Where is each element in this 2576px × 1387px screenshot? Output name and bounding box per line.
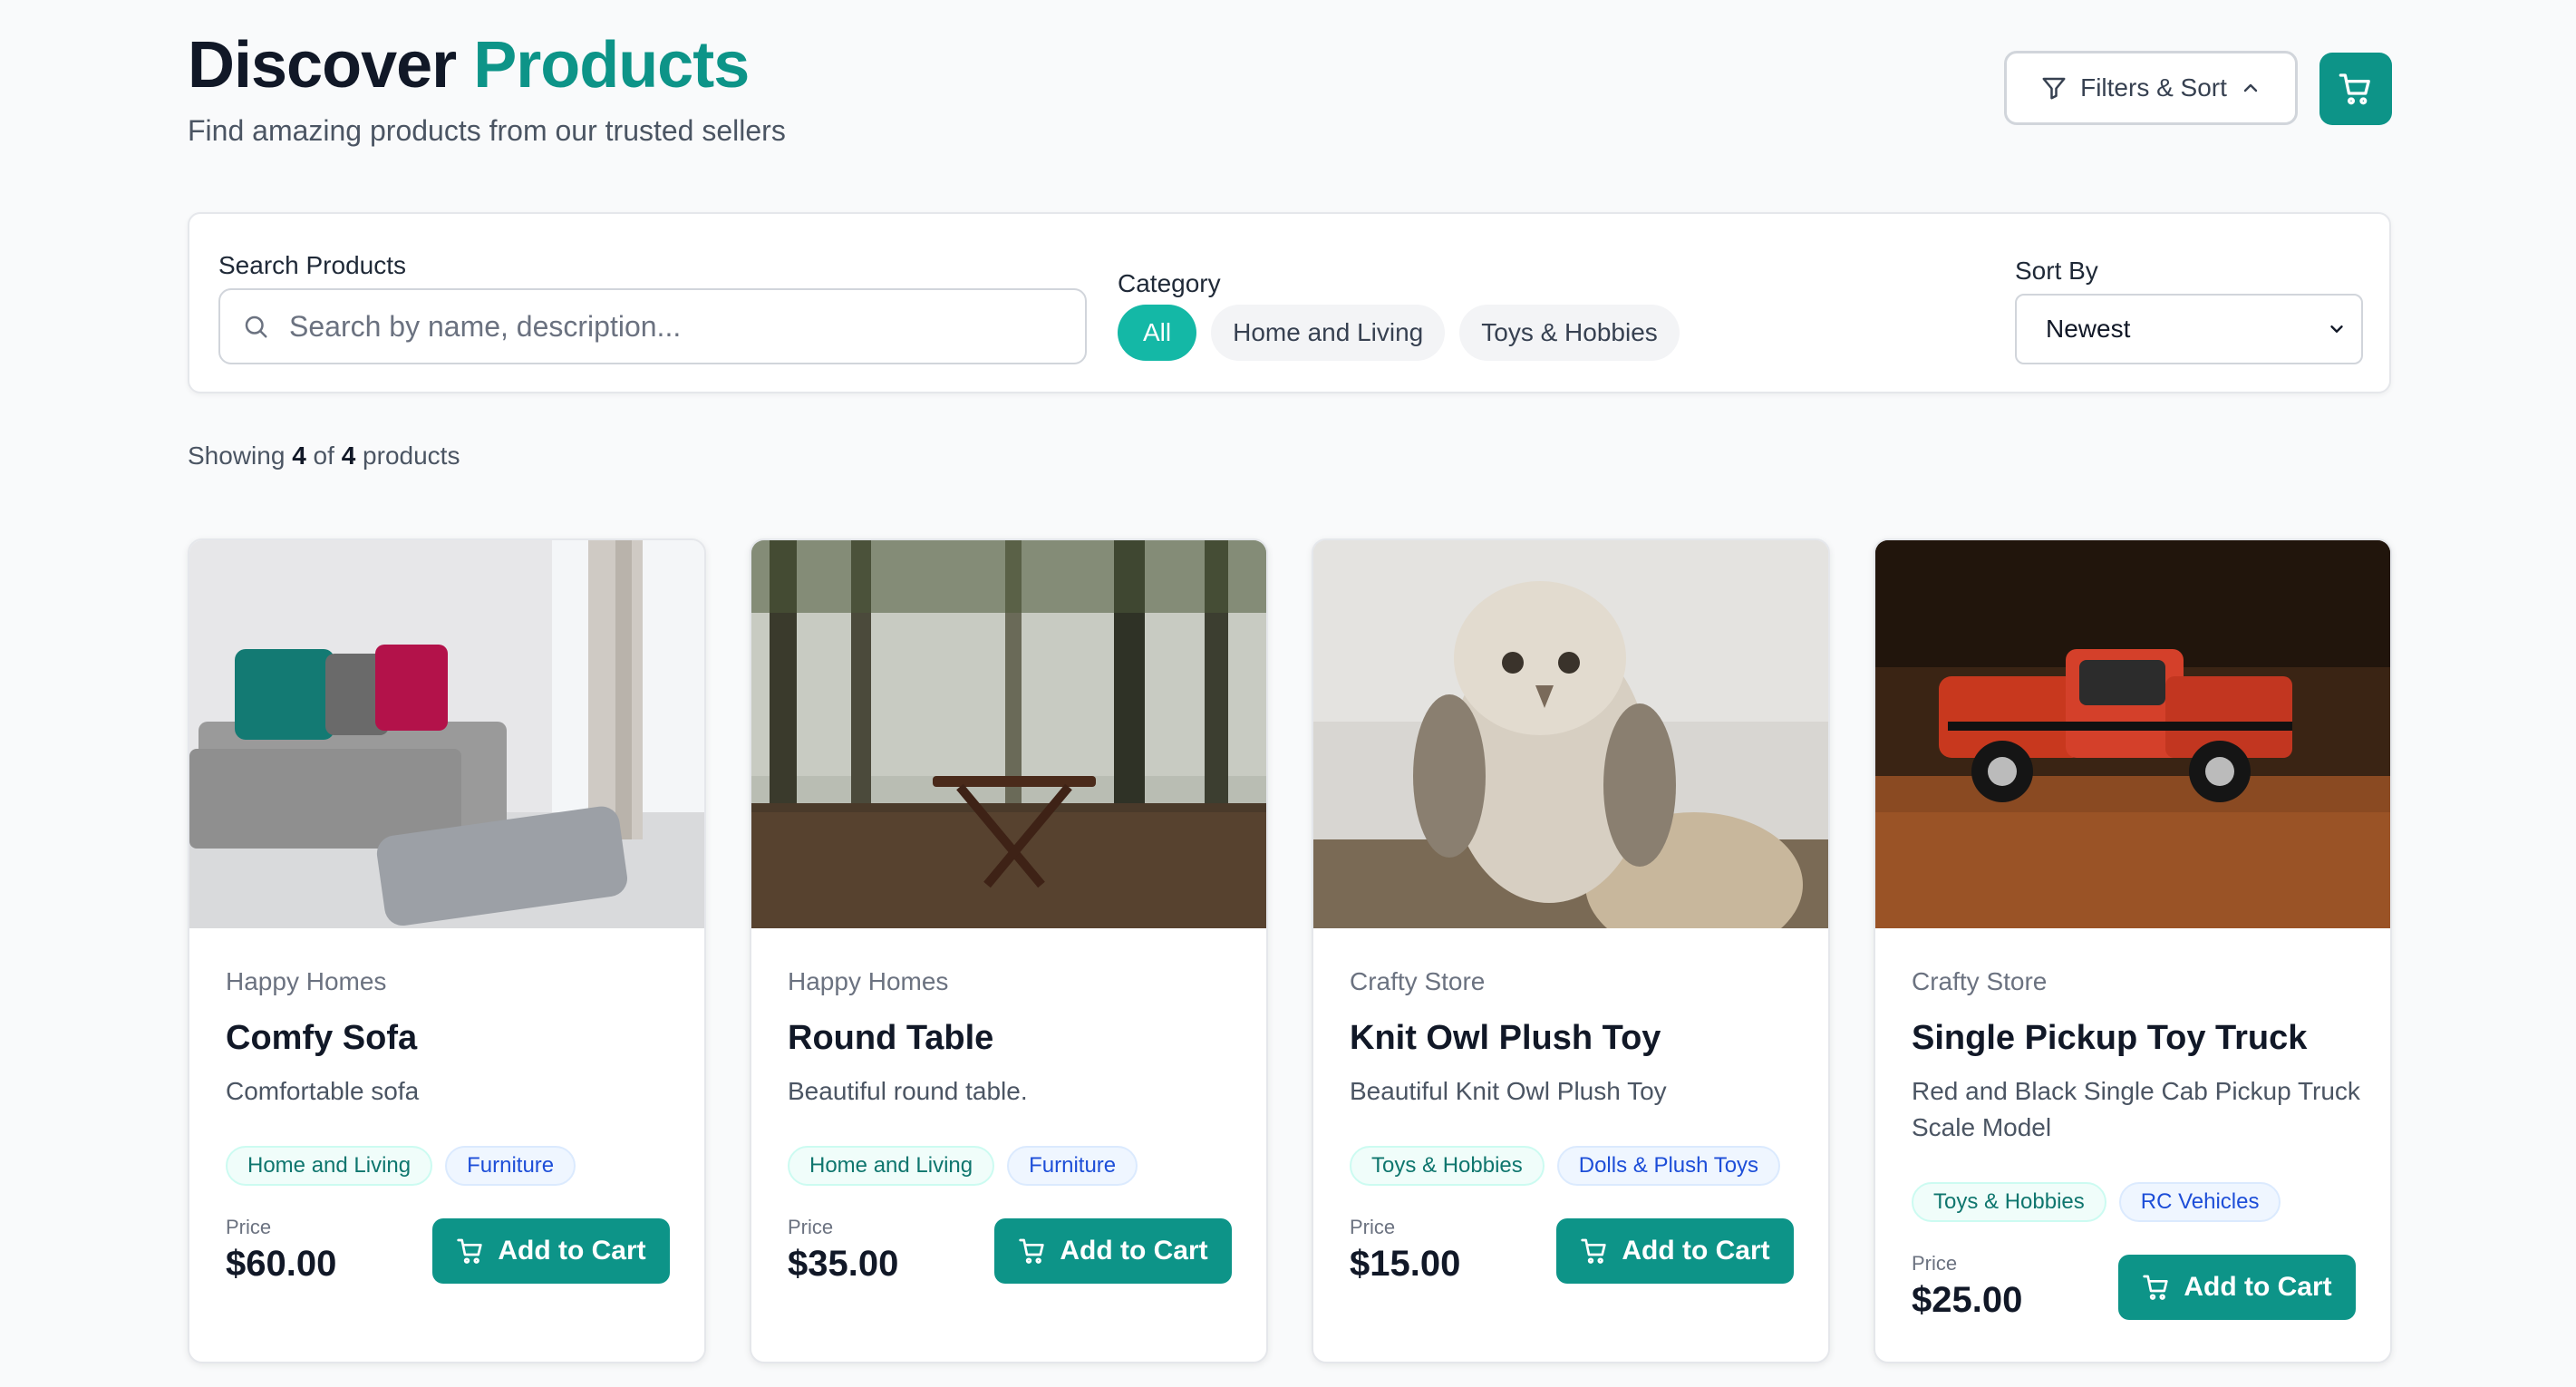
title-accent: Products bbox=[473, 29, 750, 102]
product-tag: Furniture bbox=[1007, 1146, 1138, 1186]
product-tag: Toys & Hobbies bbox=[1350, 1146, 1545, 1186]
product-tag: RC Vehicles bbox=[2118, 1182, 2281, 1222]
product-seller: Happy Homes bbox=[226, 967, 387, 995]
product-seller: Crafty Store bbox=[1350, 967, 1486, 995]
add-to-cart-label: Add to Cart bbox=[1622, 1236, 1770, 1266]
category-pill-home-and-living[interactable]: Home and Living bbox=[1211, 305, 1446, 361]
price-label: Price bbox=[226, 1216, 272, 1238]
cart-icon bbox=[2338, 71, 2374, 107]
category-pill-all[interactable]: All bbox=[1118, 305, 1197, 361]
product-tags: Home and Living Furniture bbox=[226, 1146, 576, 1186]
product-image-knit-owl bbox=[1313, 540, 1828, 928]
page-title: Discover Products bbox=[188, 25, 750, 105]
product-price: $25.00 bbox=[1912, 1280, 2023, 1320]
results-of: of bbox=[313, 441, 334, 470]
product-card[interactable]: Happy Homes Comfy Sofa Comfortable sofa … bbox=[188, 538, 706, 1363]
filters-sort-label: Filters & Sort bbox=[2080, 73, 2227, 102]
product-price: $60.00 bbox=[226, 1244, 337, 1284]
chevron-down-icon bbox=[2327, 319, 2347, 339]
chevron-up-icon bbox=[2240, 77, 2261, 99]
sort-label: Sort By bbox=[2015, 257, 2098, 285]
product-image-toy-truck bbox=[1875, 540, 2390, 928]
product-tags: Toys & Hobbies RC Vehicles bbox=[1912, 1182, 2281, 1222]
filter-panel: Search Products Category All Home and Li… bbox=[188, 212, 2391, 393]
product-seller: Happy Homes bbox=[788, 967, 949, 995]
category-pill-toys-hobbies[interactable]: Toys & Hobbies bbox=[1459, 305, 1680, 361]
results-prefix: Showing bbox=[188, 441, 286, 470]
cart-icon bbox=[2142, 1273, 2171, 1302]
search-icon bbox=[242, 313, 269, 340]
product-name: Comfy Sofa bbox=[226, 1019, 418, 1057]
search-field[interactable] bbox=[218, 288, 1087, 364]
product-tag: Home and Living bbox=[788, 1146, 995, 1186]
product-seller: Crafty Store bbox=[1912, 967, 2048, 995]
results-suffix: products bbox=[363, 441, 460, 470]
product-price: $35.00 bbox=[788, 1244, 899, 1284]
price-label: Price bbox=[1350, 1216, 1396, 1238]
product-card[interactable]: Happy Homes Round Table Beautiful round … bbox=[750, 538, 1268, 1363]
product-name: Knit Owl Plush Toy bbox=[1350, 1019, 1661, 1057]
product-description: Comfortable sofa bbox=[226, 1077, 420, 1105]
add-to-cart-label: Add to Cart bbox=[498, 1236, 646, 1266]
product-card[interactable]: Crafty Store Single Pickup Toy Truck Red… bbox=[1874, 538, 2392, 1363]
add-to-cart-label: Add to Cart bbox=[1060, 1236, 1208, 1266]
product-price: $15.00 bbox=[1350, 1244, 1461, 1284]
results-total: 4 bbox=[341, 441, 356, 470]
product-description: Red and Black Single Cab Pickup Truck Sc… bbox=[1912, 1077, 2360, 1141]
price-label: Price bbox=[788, 1216, 834, 1238]
search-input[interactable] bbox=[289, 309, 1085, 344]
results-shown: 4 bbox=[292, 441, 306, 470]
product-name: Single Pickup Toy Truck bbox=[1912, 1019, 2308, 1057]
product-tags: Toys & Hobbies Dolls & Plush Toys bbox=[1350, 1146, 1781, 1186]
cart-icon bbox=[1018, 1237, 1047, 1266]
sort-selected-value: Newest bbox=[2046, 315, 2131, 343]
title-main: Discover bbox=[188, 29, 457, 102]
price-label: Price bbox=[1912, 1252, 1958, 1275]
cart-icon bbox=[1580, 1237, 1609, 1266]
add-to-cart-label: Add to Cart bbox=[2184, 1272, 2332, 1302]
add-to-cart-button[interactable]: Add to Cart bbox=[994, 1218, 1232, 1284]
product-image-round-table bbox=[751, 540, 1266, 928]
product-description: Beautiful round table. bbox=[788, 1077, 1028, 1105]
product-image-sofa bbox=[189, 540, 704, 928]
product-tag: Furniture bbox=[445, 1146, 576, 1186]
sort-select[interactable]: Newest bbox=[2015, 294, 2363, 364]
product-tag: Home and Living bbox=[226, 1146, 433, 1186]
cart-button[interactable] bbox=[2319, 53, 2392, 125]
page: Discover Products Find amazing products … bbox=[188, 0, 2392, 1387]
filter-icon bbox=[2040, 74, 2068, 102]
category-pills: All Home and Living Toys & Hobbies bbox=[1118, 305, 1680, 361]
category-label: Category bbox=[1118, 269, 1221, 297]
page-subtitle: Find amazing products from our trusted s… bbox=[188, 114, 786, 147]
product-tags: Home and Living Furniture bbox=[788, 1146, 1138, 1186]
add-to-cart-button[interactable]: Add to Cart bbox=[2118, 1255, 2356, 1320]
add-to-cart-button[interactable]: Add to Cart bbox=[1556, 1218, 1794, 1284]
product-card[interactable]: Crafty Store Knit Owl Plush Toy Beautifu… bbox=[1312, 538, 1830, 1363]
filters-sort-button[interactable]: Filters & Sort bbox=[2004, 51, 2298, 125]
cart-icon bbox=[456, 1237, 485, 1266]
page-header: Discover Products Find amazing products … bbox=[188, 25, 2392, 161]
product-tag: Dolls & Plush Toys bbox=[1556, 1146, 1781, 1186]
product-description: Beautiful Knit Owl Plush Toy bbox=[1350, 1077, 1667, 1105]
results-count: Showing 4 of 4 products bbox=[188, 441, 460, 471]
search-label: Search Products bbox=[218, 251, 406, 279]
product-tag: Toys & Hobbies bbox=[1912, 1182, 2106, 1222]
product-name: Round Table bbox=[788, 1019, 994, 1057]
add-to-cart-button[interactable]: Add to Cart bbox=[432, 1218, 670, 1284]
